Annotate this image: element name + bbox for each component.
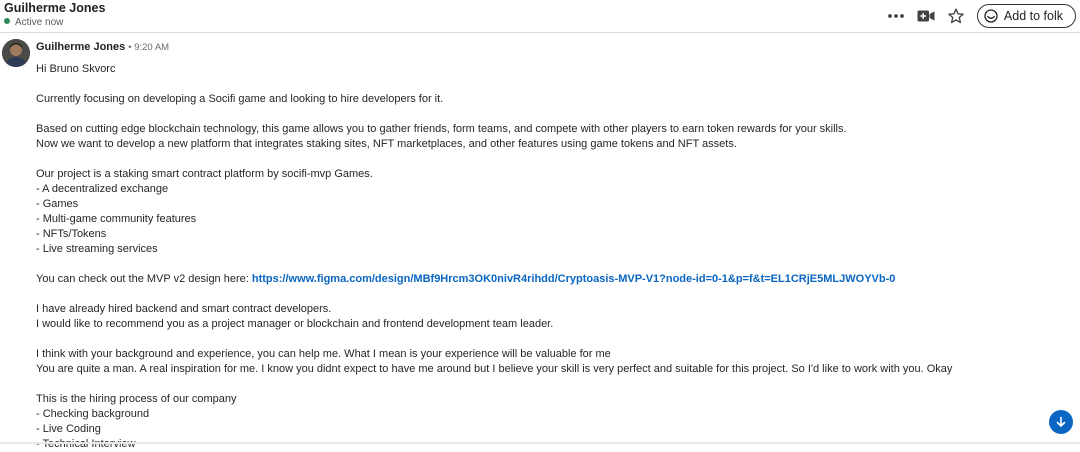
list-item: - A decentralized exchange (36, 183, 169, 195)
paragraph-background: I think with your background and experie… (36, 348, 611, 360)
list-item: - NFTs/Tokens (36, 228, 107, 240)
presence-status: Active now (4, 17, 63, 28)
scroll-to-bottom-button[interactable] (1049, 410, 1073, 434)
list-item: - Checking background (36, 408, 150, 420)
list-item: - Live streaming services (36, 243, 158, 255)
add-to-folk-label: Add to folk (1003, 9, 1063, 23)
list-item: - Live Coding (36, 423, 101, 435)
paragraph-technology: Based on cutting edge blockchain technol… (36, 123, 847, 135)
video-icon (917, 10, 935, 22)
hiring-intro: This is the hiring process of our compan… (36, 393, 237, 405)
paragraph-recommend: I would like to recommend you as a proje… (36, 318, 554, 330)
list-item: - Games (36, 198, 79, 210)
arrow-down-icon (1056, 416, 1066, 427)
project-intro: Our project is a staking smart contract … (36, 168, 373, 180)
video-call-button[interactable] (911, 3, 941, 29)
message-body: Hi Bruno Skvorc Currently focusing on de… (36, 62, 1066, 452)
add-to-folk-button[interactable]: Add to folk (976, 4, 1076, 28)
online-dot-icon (4, 18, 10, 24)
paragraph-platform: Now we want to develop a new platform th… (36, 138, 737, 150)
star-button[interactable] (941, 3, 971, 29)
sender-name[interactable]: Guilherme Jones (36, 41, 125, 53)
paragraph-inspiration: You are quite a man. A real inspiration … (36, 363, 953, 375)
avatar[interactable] (2, 39, 30, 67)
figma-link[interactable]: https://www.figma.com/design/MBf9Hrcm3OK… (252, 273, 896, 285)
star-icon (948, 8, 964, 24)
more-options-button[interactable] (881, 3, 911, 29)
mvp-line: You can check out the MVP v2 design here… (36, 272, 1066, 287)
contact-name[interactable]: Guilherme Jones (4, 1, 105, 15)
message-timestamp: • 9:20 AM (128, 42, 170, 53)
header-actions: Add to folk (881, 3, 1076, 29)
mvp-prefix: You can check out the MVP v2 design here… (36, 273, 252, 285)
folk-icon (984, 9, 998, 23)
paragraph-hired: I have already hired backend and smart c… (36, 303, 332, 315)
conversation-header: Guilherme Jones Active now Add to folk (0, 0, 1080, 32)
message-sender: Guilherme Jones • 9:20 AM (36, 41, 169, 53)
header-divider (0, 32, 1080, 33)
presence-label: Active now (15, 17, 64, 28)
more-icon (888, 14, 904, 18)
list-item: - Technical Interview (36, 438, 136, 450)
list-item: - Multi-game community features (36, 213, 197, 225)
paragraph-intro: Currently focusing on developing a Socif… (36, 93, 444, 105)
greeting: Hi Bruno Skvorc (36, 63, 116, 75)
